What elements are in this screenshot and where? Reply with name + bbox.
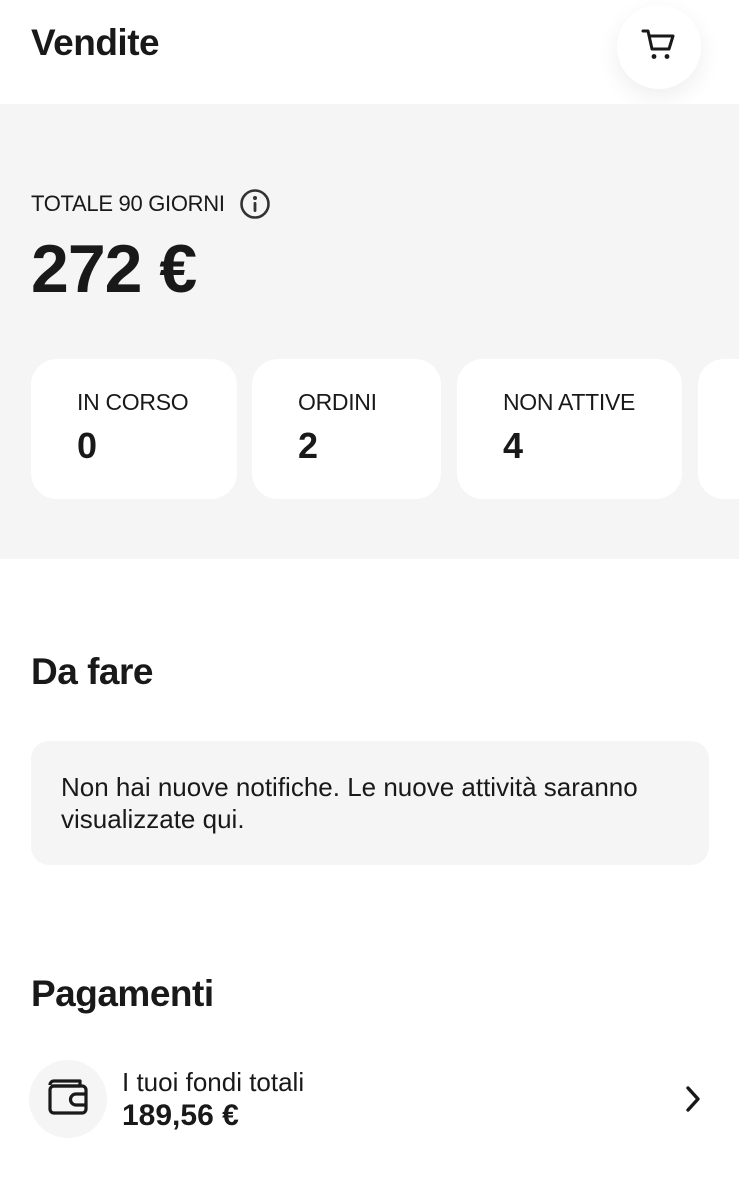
todo-section-title: Da fare: [31, 651, 153, 692]
total-label: TOTALE 90 GIORNI: [31, 191, 225, 216]
funds-value: 189,56 €: [122, 1099, 239, 1132]
info-icon[interactable]: [239, 188, 271, 220]
cart-button[interactable]: [617, 5, 701, 89]
payments-section-title: Pagamenti: [31, 973, 214, 1014]
total-label-row: TOTALE 90 GIORNI: [31, 188, 271, 220]
app-header: Vendite: [0, 0, 739, 104]
stat-label: ORDINI: [298, 389, 377, 415]
total-funds-row[interactable]: I tuoi fondi totali 189,56 €: [0, 1056, 739, 1146]
stat-card-partial[interactable]: [698, 359, 739, 499]
sales-summary: TOTALE 90 GIORNI 272 € IN CORSO 0 ORDINI…: [0, 104, 739, 559]
stat-label: IN CORSO: [77, 389, 189, 415]
stat-value: 4: [503, 425, 524, 466]
wallet-icon-container: [29, 1060, 107, 1138]
stat-value: 0: [77, 425, 98, 466]
stat-card-non-attive[interactable]: NON ATTIVE 4: [457, 359, 682, 499]
stat-card-in-corso[interactable]: IN CORSO 0: [31, 359, 237, 499]
notifications-notice: Non hai nuove notifiche. Le nuove attivi…: [31, 741, 709, 865]
total-value: 272 €: [31, 231, 197, 307]
funds-label: I tuoi fondi totali: [122, 1067, 305, 1097]
page-title: Vendite: [31, 22, 160, 63]
wallet-icon: [46, 1077, 90, 1122]
notice-text: Non hai nuove notifiche. Le nuove attivi…: [61, 772, 638, 834]
cart-icon: [641, 28, 677, 67]
chevron-right-icon: [682, 1084, 704, 1119]
stat-value: 2: [298, 425, 319, 466]
stat-card-ordini[interactable]: ORDINI 2: [252, 359, 441, 499]
stat-label: NON ATTIVE: [503, 389, 636, 415]
